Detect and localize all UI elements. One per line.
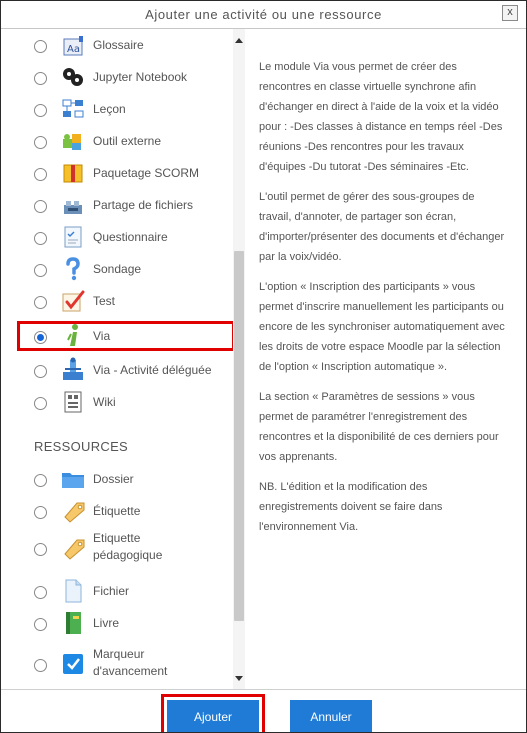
dialog-titlebar: Ajouter une activité ou une ressource x bbox=[1, 1, 526, 29]
activity-label: Outil externe bbox=[93, 134, 162, 148]
radio-button[interactable] bbox=[34, 296, 47, 309]
resource-label: Fichier bbox=[93, 584, 130, 598]
activity-option-lecon[interactable]: Leçon bbox=[1, 93, 233, 125]
activity-label: Leçon bbox=[93, 102, 126, 116]
scroll-up-icon[interactable] bbox=[235, 38, 243, 43]
dialog-footer: Ajouter Annuler bbox=[1, 689, 526, 732]
close-button[interactable]: x bbox=[502, 5, 518, 21]
label-icon bbox=[64, 502, 85, 523]
radio-button[interactable] bbox=[34, 104, 47, 117]
activity-option-partage-de-fichiers[interactable]: Partage de fichiers bbox=[1, 189, 233, 221]
resource-label: Dossier bbox=[93, 472, 134, 486]
selected-highlight-box bbox=[17, 321, 233, 351]
book-icon bbox=[66, 612, 81, 634]
cancel-button[interactable]: Annuler bbox=[290, 700, 372, 732]
via-delegated-icon bbox=[63, 357, 83, 380]
wiki-icon bbox=[64, 391, 82, 413]
scroll-down-icon[interactable] bbox=[235, 676, 243, 681]
dialog-title: Ajouter une activité ou une ressource bbox=[145, 7, 382, 22]
activity-option-outil-externe[interactable]: Outil externe bbox=[1, 125, 233, 157]
radio-button[interactable] bbox=[34, 264, 47, 277]
resource-label-line1: Etiquette bbox=[93, 531, 141, 545]
activity-label: Questionnaire bbox=[93, 230, 168, 244]
activity-label: Via - Activité déléguée bbox=[93, 363, 212, 377]
resource-option-marqueur-avancement[interactable]: Marqueur d'avancement bbox=[1, 643, 233, 683]
activity-option-test[interactable]: Test bbox=[1, 285, 233, 317]
file-icon bbox=[65, 579, 82, 603]
resource-option-etiquette-pedagogique[interactable]: Etiquette pédagogique bbox=[1, 527, 233, 567]
resource-label-line2: pédagogique bbox=[93, 548, 163, 562]
resource-label-line2: d'avancement bbox=[93, 664, 168, 678]
pedagogical-label-icon bbox=[64, 539, 85, 560]
progress-marker-icon bbox=[63, 654, 83, 674]
activity-option-sondage[interactable]: Sondage bbox=[1, 253, 233, 285]
external-tool-icon bbox=[63, 134, 81, 150]
radio-button[interactable] bbox=[34, 232, 47, 245]
activity-label: Test bbox=[93, 294, 116, 308]
resource-option-fichier[interactable]: Fichier bbox=[1, 575, 233, 607]
svg-text:Aa: Aa bbox=[67, 44, 80, 55]
survey-icon bbox=[66, 257, 80, 281]
radio-button[interactable] bbox=[34, 543, 47, 556]
radio-button[interactable] bbox=[34, 397, 47, 410]
activity-option-questionnaire[interactable]: Questionnaire bbox=[1, 221, 233, 253]
description-paragraph: L'option « Inscription des participants … bbox=[259, 281, 505, 373]
radio-button[interactable] bbox=[34, 200, 47, 213]
description-panel: Le module Via vous permet de créer des r… bbox=[259, 57, 507, 677]
activity-label: Glossaire bbox=[93, 38, 144, 52]
radio-button[interactable] bbox=[34, 72, 47, 85]
add-button[interactable]: Ajouter bbox=[167, 700, 259, 732]
radio-button[interactable] bbox=[34, 618, 47, 631]
radio-button[interactable] bbox=[34, 365, 47, 378]
activity-label: Sondage bbox=[93, 262, 142, 276]
description-paragraph: L'outil permet de gérer des sous-groupes… bbox=[259, 191, 505, 263]
add-activity-dialog: Ajouter une activité ou une ressource x … bbox=[0, 0, 527, 733]
description-paragraph: La section « Paramètres de sessions » vo… bbox=[259, 391, 499, 463]
resource-label-line1: Marqueur bbox=[93, 647, 145, 661]
glossary-icon: Aa bbox=[63, 36, 83, 56]
radio-button[interactable] bbox=[34, 659, 47, 672]
jupyter-icon bbox=[63, 68, 83, 86]
radio-button[interactable] bbox=[34, 168, 47, 181]
questionnaire-icon bbox=[64, 226, 82, 248]
radio-button[interactable] bbox=[34, 506, 47, 519]
activity-label: Wiki bbox=[93, 395, 116, 409]
radio-button[interactable] bbox=[34, 136, 47, 149]
activity-list[interactable]: Aa Glossaire Jupyter Notebook Leçon Outi… bbox=[1, 29, 233, 689]
resource-label: Étiquette bbox=[93, 504, 141, 518]
lesson-icon bbox=[62, 99, 84, 118]
file-share-icon bbox=[64, 201, 82, 214]
resource-label: Livre bbox=[93, 616, 120, 630]
test-icon bbox=[62, 290, 85, 312]
activity-option-paquetage-scorm[interactable]: Paquetage SCORM bbox=[1, 157, 233, 189]
activity-option-via-delegated[interactable]: Via - Activité déléguée bbox=[1, 357, 233, 389]
radio-button[interactable] bbox=[34, 474, 47, 487]
activity-label: Jupyter Notebook bbox=[93, 70, 188, 84]
scroll-thumb[interactable] bbox=[234, 251, 244, 621]
list-scrollbar[interactable] bbox=[233, 29, 245, 689]
activity-option-wiki[interactable]: Wiki bbox=[1, 389, 233, 421]
description-paragraph: NB. L'édition et la modification des enr… bbox=[259, 481, 443, 533]
activity-label: Partage de fichiers bbox=[93, 198, 194, 212]
resource-option-etiquette[interactable]: Étiquette bbox=[1, 495, 233, 527]
activity-label: Paquetage SCORM bbox=[93, 166, 200, 180]
folder-icon bbox=[62, 473, 84, 488]
activity-option-glossaire[interactable]: Aa Glossaire bbox=[1, 29, 233, 61]
radio-button[interactable] bbox=[34, 586, 47, 599]
scorm-icon bbox=[63, 164, 83, 183]
resources-heading: RESSOURCES bbox=[34, 439, 129, 454]
resource-option-livre[interactable]: Livre bbox=[1, 607, 233, 639]
dialog-body: Aa Glossaire Jupyter Notebook Leçon Outi… bbox=[1, 29, 526, 689]
description-paragraph: Le module Via vous permet de créer des r… bbox=[259, 61, 503, 173]
radio-button[interactable] bbox=[34, 40, 47, 53]
resource-option-dossier[interactable]: Dossier bbox=[1, 463, 233, 495]
activity-option-jupyter-notebook[interactable]: Jupyter Notebook bbox=[1, 61, 233, 93]
